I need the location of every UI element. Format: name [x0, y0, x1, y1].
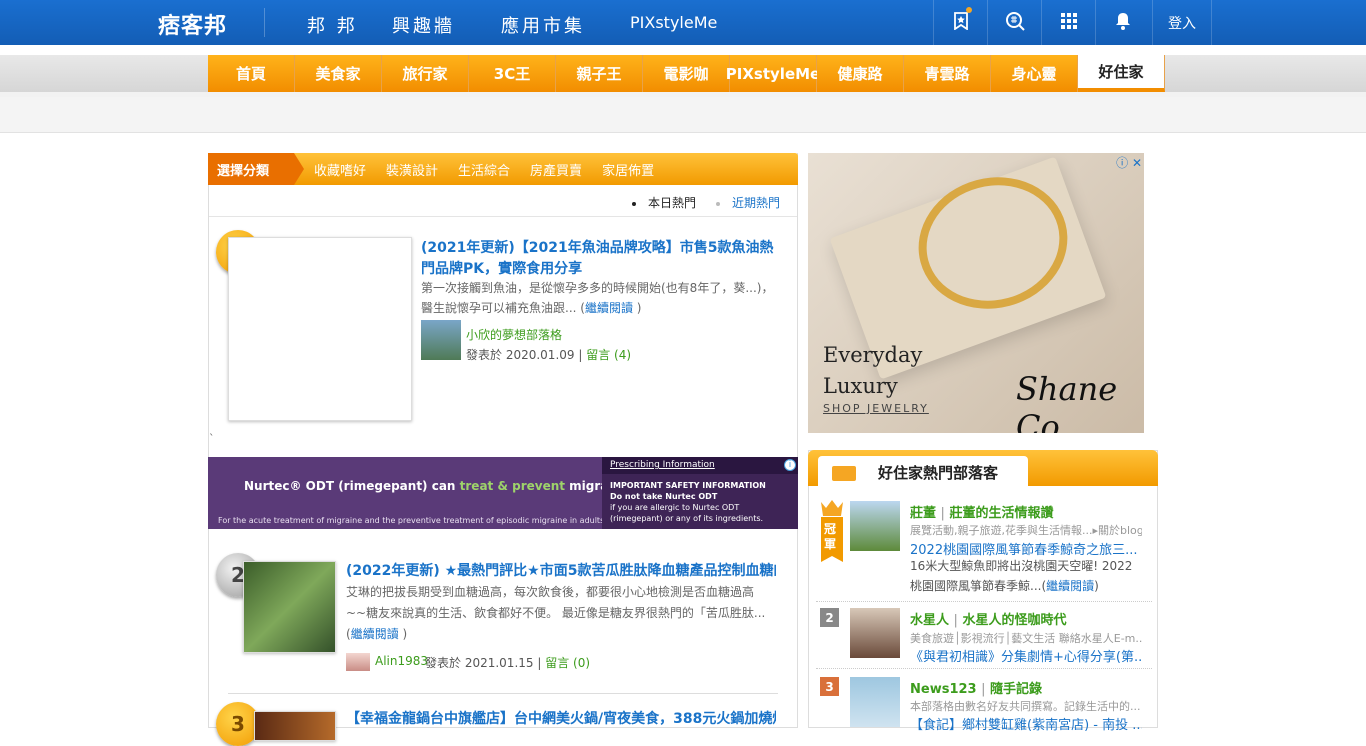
blogger-name[interactable]: 水星人 | 水星人的怪咖時代: [910, 609, 1066, 628]
blogger-rank-2: 2: [820, 608, 839, 627]
blogger-name[interactable]: 莊董 | 莊董的生活情報讚: [910, 502, 1053, 521]
post-thumbnail[interactable]: [243, 561, 336, 653]
info-icon[interactable]: ⓘ: [1116, 156, 1128, 170]
tab-bullet: [632, 201, 636, 206]
ad-safety-panel: Prescribing Information IMPORTANT SAFETY…: [602, 457, 798, 529]
ad-safety-text: IMPORTANT SAFETY INFORMATION Do not take…: [610, 481, 766, 523]
post-thumbnail[interactable]: [254, 711, 336, 741]
tab-bullet: [716, 201, 720, 206]
blogger-desc: 展覽活動,親子旅遊,花季與生活情報...▸關於blog...: [910, 524, 1142, 537]
login-button[interactable]: 登入: [1152, 0, 1212, 45]
blogger-avatar[interactable]: [850, 608, 900, 658]
notifications-button[interactable]: [1095, 0, 1149, 45]
ad-copy: Everyday Luxury: [823, 343, 923, 398]
post-meta: 發表於 2020.01.09 | 留言 (4): [466, 348, 632, 362]
tab-today-hot[interactable]: 本日熱門: [632, 194, 696, 211]
author-avatar[interactable]: [346, 653, 370, 671]
apps-button[interactable]: [1041, 0, 1095, 45]
top-bar: 痞客邦 邦 邦 興趣牆 應用市集 PIXstyleMe 登入: [0, 0, 1366, 45]
author-name[interactable]: 小欣的夢想部落格: [466, 326, 562, 343]
blogger-post-title[interactable]: 【食記】鄉村雙缸雞(紫南宮店) - 南投 ...: [910, 714, 1142, 733]
sub-bar: [0, 97, 1366, 133]
search-icon: [1005, 11, 1025, 35]
channel-3c[interactable]: 3C王: [469, 55, 556, 92]
ranking-tabs: 本日熱門 近期熱門: [209, 186, 797, 217]
author-avatar[interactable]: [421, 320, 461, 360]
nav-app-market[interactable]: 應用市集: [501, 12, 585, 38]
read-more-link[interactable]: 繼續閱讀: [585, 301, 633, 315]
ad-subtext: For the acute treatment of migraine and …: [218, 516, 607, 525]
hot-bloggers-title: 好住家熱門部落客: [818, 456, 1028, 486]
podium-icon: [832, 466, 856, 481]
top-icon-group: [933, 0, 1149, 45]
blogger-post-title[interactable]: 《與君初相識》分集劇情+心得分享(第...: [910, 646, 1142, 665]
prescribing-info-link[interactable]: Prescribing Information: [602, 457, 798, 474]
ad-choices[interactable]: ⓘ ✕: [1116, 154, 1142, 171]
jewelry-ad[interactable]: Everyday Luxury SHOP JEWELRY Shane Co. ⓘ…: [808, 153, 1144, 433]
bookmark-button[interactable]: [933, 0, 987, 45]
logo-divider: [264, 8, 265, 37]
post-excerpt: 第一次接觸到魚油，是從懷孕多多的時候開始(也有8年了，葵...)，醫生說懷孕可以…: [421, 281, 774, 315]
blogger-rank-3: 3: [820, 677, 839, 696]
blogger-desc: 美食旅遊│影視流行│藝文生活 聯絡水星人E-m...: [910, 632, 1142, 645]
bookmark-icon: [953, 11, 969, 34]
blogger-desc: 本部落格由數名好友共同撰寫。記錄生活中的...: [910, 700, 1141, 713]
nav-pixstyleme[interactable]: PIXstyleMe: [630, 13, 717, 32]
site-logo[interactable]: 痞客邦: [158, 8, 227, 40]
channel-pixstyleme[interactable]: PIXstyleMe: [726, 55, 820, 92]
category-furnishing[interactable]: 家居佈置: [592, 160, 664, 179]
post-excerpt: 艾琳的把拔長期受到血糖過高，每次飲食後，都要很小心地檢測是否血糖過高~~糖友來說…: [346, 585, 766, 641]
blogger-name[interactable]: News123 | 隨手記錄: [910, 678, 1042, 697]
ad-headline: Nurtec® ODT (rimegepant) can treat & pre…: [244, 479, 637, 493]
read-more-link[interactable]: 繼續閱讀: [351, 627, 399, 641]
shop-jewelry-link[interactable]: SHOP JEWELRY: [823, 402, 929, 415]
blogger-avatar[interactable]: [850, 677, 900, 727]
post-meta: 發表於 2021.01.15 | 留言 (0): [425, 656, 591, 670]
channel-home[interactable]: 首頁: [208, 55, 295, 92]
category-lifestyle[interactable]: 生活綜合: [448, 160, 520, 179]
search-button[interactable]: [987, 0, 1041, 45]
post-thumbnail[interactable]: [228, 237, 412, 421]
read-more-link[interactable]: 繼續閱讀: [1046, 579, 1094, 593]
nav-interest-wall[interactable]: 興趣牆: [392, 12, 455, 38]
channel-food[interactable]: 美食家: [295, 55, 382, 92]
channel-movie[interactable]: 電影咖: [643, 55, 730, 92]
ad-banner[interactable]: Nurtec® ODT (rimegepant) can treat & pre…: [208, 457, 798, 529]
crown-icon: 冠軍: [820, 500, 844, 564]
blogger-avatar[interactable]: [850, 501, 900, 551]
category-collection[interactable]: 收藏嗜好: [304, 160, 376, 179]
channel-home-living[interactable]: 好住家: [1078, 55, 1165, 92]
post-title[interactable]: (2022年更新) ★最熱門評比★市面5款苦瓜胜肽降血糖產品控制血糖的...: [346, 561, 776, 582]
tab-recent-hot[interactable]: 近期熱門: [716, 194, 780, 211]
channel-career[interactable]: 青雲路: [904, 55, 991, 92]
post-title[interactable]: 【幸福金龍鍋台中旗艦店】台中網美火鍋/宵夜美食，388元火鍋加燒烤...: [346, 709, 776, 730]
comments-link[interactable]: 留言 (0): [545, 656, 590, 670]
hot-bloggers-header: 好住家熱門部落客: [808, 450, 1158, 486]
category-decoration[interactable]: 裝潢設計: [376, 160, 448, 179]
channel-health[interactable]: 健康路: [817, 55, 904, 92]
channel-mind[interactable]: 身心靈: [991, 55, 1078, 92]
nav-bangbang[interactable]: 邦 邦: [307, 12, 358, 38]
category-arrow: [294, 153, 304, 185]
close-icon[interactable]: ✕: [1132, 156, 1142, 170]
ad-brand-logo: Shane Co.: [1016, 370, 1118, 433]
channel-parenting[interactable]: 親子王: [556, 55, 643, 92]
stray-mark: `: [209, 432, 215, 445]
grid-icon: [1060, 12, 1077, 33]
comments-link[interactable]: 留言 (4): [586, 348, 631, 362]
author-name[interactable]: Alin1983: [375, 654, 428, 668]
notification-dot: [966, 7, 972, 13]
ad-info-icon[interactable]: i: [784, 459, 796, 471]
category-links: 收藏嗜好 裝潢設計 生活綜合 房產買賣 家居佈置: [304, 153, 664, 185]
bell-icon: [1115, 12, 1131, 34]
post-title[interactable]: (2021年更新)【2021年魚油品牌攻略】市售5款魚油熱門品牌PK，實際食用分…: [421, 238, 783, 280]
category-real-estate[interactable]: 房產買賣: [520, 160, 592, 179]
category-label: 選擇分類: [208, 153, 294, 185]
blogger-post-excerpt: 16米大型鯨魚即將出沒桃園天空曜! 2022桃園國際風箏節春季鯨...(繼續閱讀…: [910, 559, 1133, 593]
post-divider: [228, 693, 778, 694]
channel-travel[interactable]: 旅行家: [382, 55, 469, 92]
category-bar: 選擇分類 收藏嗜好 裝潢設計 生活綜合 房產買賣 家居佈置: [208, 153, 798, 185]
channel-nav: 首頁 美食家 旅行家 3C王 親子王 電影咖 PIXstyleMe 健康路 青雲…: [208, 55, 1165, 92]
